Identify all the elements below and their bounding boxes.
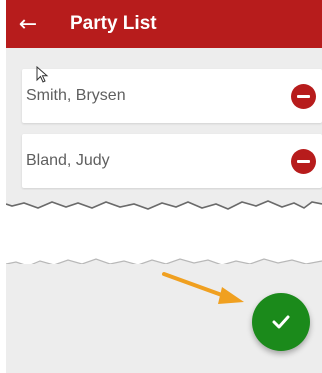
party-name: Bland, Judy: [26, 152, 110, 169]
arrow-pointer-icon: [162, 272, 244, 304]
list-item[interactable]: Smith, Brysen: [22, 69, 322, 123]
arrow-left-icon: ←: [18, 11, 38, 37]
app-screen: ← Party List Smith, Brysen Bland, Judy: [6, 0, 322, 373]
mouse-cursor-icon: [36, 66, 49, 83]
checkmark-icon: [272, 315, 290, 329]
party-name: Smith, Brysen: [26, 87, 126, 104]
remove-circle-icon[interactable]: [291, 83, 316, 109]
list-item[interactable]: Bland, Judy: [22, 134, 322, 188]
back-button[interactable]: ←: [6, 0, 50, 48]
save-button[interactable]: [252, 293, 310, 351]
remove-circle-icon[interactable]: [291, 148, 316, 174]
page-title: Party List: [70, 13, 157, 34]
top-app-bar: ← Party List: [6, 0, 322, 48]
